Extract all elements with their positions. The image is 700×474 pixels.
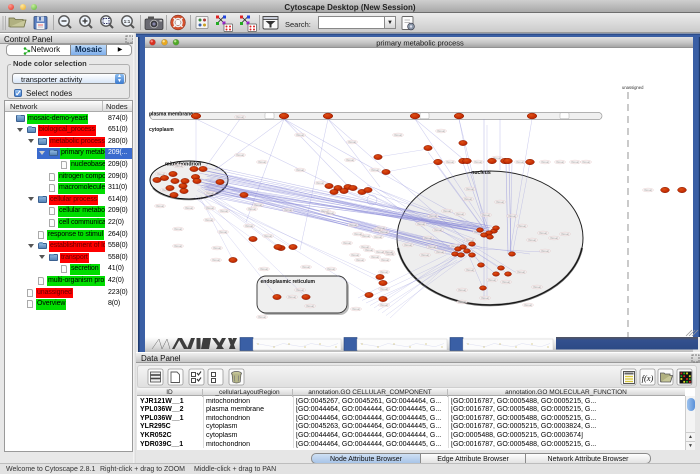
svg-text:Xxx-a): Xxx-a) — [474, 160, 482, 164]
svg-text:Xxx-a): Xxx-a) — [185, 206, 193, 210]
svg-text:Xxx-a): Xxx-a) — [288, 295, 296, 299]
svg-text:Xxx-a): Xxx-a) — [296, 133, 304, 137]
svg-text:Xxx-a): Xxx-a) — [356, 258, 364, 262]
svg-text:Xxx-a): Xxx-a) — [458, 288, 466, 292]
svg-text:Xxx-a): Xxx-a) — [458, 300, 466, 304]
svg-text:Xxx-a): Xxx-a) — [528, 238, 536, 242]
svg-text:Xxx-a): Xxx-a) — [327, 267, 335, 271]
svg-text:primary metabolic process: primary metabolic process — [376, 39, 464, 48]
svg-text:Xxx-a): Xxx-a) — [516, 160, 524, 164]
svg-text:Xxx-a): Xxx-a) — [571, 160, 579, 164]
svg-text:Xxx-a): Xxx-a) — [556, 160, 564, 164]
svg-text:Xxx-a): Xxx-a) — [371, 255, 379, 259]
svg-text:Xxx-a): Xxx-a) — [550, 236, 558, 240]
svg-text:Xxx-a): Xxx-a) — [582, 160, 590, 164]
svg-text:Xxx-a): Xxx-a) — [437, 129, 445, 133]
svg-text:Xxx-a): Xxx-a) — [205, 218, 213, 222]
svg-text:Xxx-a): Xxx-a) — [254, 203, 262, 207]
svg-text:Xxx-a): Xxx-a) — [466, 238, 474, 242]
svg-text:Xxx-a): Xxx-a) — [464, 197, 472, 201]
svg-text:Xxx-a): Xxx-a) — [213, 246, 221, 250]
svg-text:Xxx-a): Xxx-a) — [508, 214, 516, 218]
svg-text:nucleus: nucleus — [471, 170, 491, 176]
svg-text:Xxx-a): Xxx-a) — [349, 223, 357, 227]
svg-text:Xxx-a): Xxx-a) — [175, 164, 183, 168]
svg-text:Xxx-a): Xxx-a) — [354, 232, 362, 236]
svg-text:Xxx-a): Xxx-a) — [174, 227, 182, 231]
svg-text:Xxx-a): Xxx-a) — [346, 158, 354, 162]
svg-text:Xxx-a): Xxx-a) — [302, 265, 310, 269]
svg-text:Xxx-a): Xxx-a) — [417, 222, 425, 226]
svg-text:Xxx-a): Xxx-a) — [429, 214, 437, 218]
svg-text:cytoplasm: cytoplasm — [149, 127, 174, 133]
svg-text:Xxx-a): Xxx-a) — [306, 304, 314, 308]
svg-text:Xxx-a): Xxx-a) — [316, 181, 324, 185]
svg-text:Xxx-a): Xxx-a) — [371, 168, 379, 172]
svg-text:Xxx-a): Xxx-a) — [352, 307, 360, 311]
svg-text:Xxx-a): Xxx-a) — [456, 212, 464, 216]
svg-text:Xxx-a): Xxx-a) — [264, 234, 272, 238]
svg-text:Xxx-a): Xxx-a) — [434, 228, 442, 232]
svg-text:Xxx-a): Xxx-a) — [326, 211, 334, 215]
svg-text:Xxx-a): Xxx-a) — [524, 303, 532, 307]
svg-text:Xxx-a): Xxx-a) — [502, 280, 510, 284]
svg-text:Xxx-a): Xxx-a) — [174, 244, 182, 248]
svg-text:Xxx-a): Xxx-a) — [296, 288, 304, 292]
svg-text:Xxx-a): Xxx-a) — [481, 296, 489, 300]
svg-text:Xxx-a): Xxx-a) — [539, 231, 547, 235]
svg-text:Xxx-a): Xxx-a) — [212, 258, 220, 262]
svg-text:Xxx-a): Xxx-a) — [424, 236, 432, 240]
svg-text:Xxx-a): Xxx-a) — [443, 209, 451, 213]
svg-text:Xxx-a): Xxx-a) — [482, 213, 490, 217]
svg-text:Xxx-a): Xxx-a) — [517, 270, 525, 274]
svg-text:Xxx-a): Xxx-a) — [258, 315, 266, 319]
svg-text:Xxx-a): Xxx-a) — [248, 207, 256, 211]
svg-text:Xxx-a): Xxx-a) — [343, 241, 351, 245]
svg-text:Xxx-a): Xxx-a) — [260, 267, 268, 271]
svg-text:Xxx-a): Xxx-a) — [258, 160, 266, 164]
svg-text:Xxx-a): Xxx-a) — [446, 160, 454, 164]
svg-text:Xxx-a): Xxx-a) — [380, 303, 388, 307]
svg-text:Xxx-a): Xxx-a) — [245, 224, 253, 228]
svg-text:Xxx-a): Xxx-a) — [533, 285, 541, 289]
svg-text:Xxx-a): Xxx-a) — [561, 232, 569, 236]
svg-text:Xxx-a): Xxx-a) — [541, 160, 549, 164]
svg-text:Xxx-a): Xxx-a) — [466, 187, 474, 191]
svg-text:Xxx-a): Xxx-a) — [394, 133, 402, 137]
svg-text:Xxx-a): Xxx-a) — [236, 115, 244, 119]
svg-text:Xxx-a): Xxx-a) — [380, 287, 388, 291]
svg-text:Xxx-a): Xxx-a) — [351, 253, 359, 257]
svg-text:Xxx-a): Xxx-a) — [296, 168, 304, 172]
svg-text:Xxx-a): Xxx-a) — [488, 278, 496, 282]
svg-text:Xxx-a): Xxx-a) — [380, 230, 388, 234]
svg-text:Xxx-a): Xxx-a) — [220, 209, 228, 213]
svg-text:Xxx-a): Xxx-a) — [284, 208, 292, 212]
svg-text:Xxx-a): Xxx-a) — [466, 268, 474, 272]
svg-text:Xxx-a): Xxx-a) — [644, 188, 652, 192]
svg-text:Xxx-a): Xxx-a) — [496, 200, 504, 204]
svg-text:plasma membrane: plasma membrane — [149, 112, 193, 118]
svg-text:Xxx-a): Xxx-a) — [376, 250, 384, 254]
svg-text:Xxx-a): Xxx-a) — [518, 224, 526, 228]
svg-text:Xxx-a): Xxx-a) — [436, 250, 444, 254]
svg-text:1:1: 1:1 — [124, 19, 131, 24]
svg-text:Xxx-a): Xxx-a) — [219, 230, 227, 234]
svg-text:f(x): f(x) — [642, 373, 654, 383]
svg-text:Xxx-a): Xxx-a) — [365, 248, 373, 252]
svg-text:Xxx-a): Xxx-a) — [381, 258, 389, 262]
svg-text:Xxx-a): Xxx-a) — [236, 153, 244, 157]
svg-text:Xxx-a): Xxx-a) — [380, 270, 388, 274]
svg-text:Xxx-a): Xxx-a) — [421, 253, 429, 257]
svg-text:Xxx-a): Xxx-a) — [541, 249, 549, 253]
svg-text:Xxx-a): Xxx-a) — [404, 243, 412, 247]
svg-text:Xxx-a): Xxx-a) — [385, 250, 393, 254]
svg-text:Xxx-a): Xxx-a) — [348, 140, 356, 144]
svg-text:Xxx-a): Xxx-a) — [156, 204, 164, 208]
svg-text:Xxx-a): Xxx-a) — [206, 206, 214, 210]
svg-text:Xxx-a): Xxx-a) — [206, 191, 214, 195]
svg-text:unassigned: unassigned — [622, 85, 644, 90]
svg-text:Xxx-a): Xxx-a) — [428, 245, 436, 249]
svg-text:Xxx-a): Xxx-a) — [374, 235, 382, 239]
